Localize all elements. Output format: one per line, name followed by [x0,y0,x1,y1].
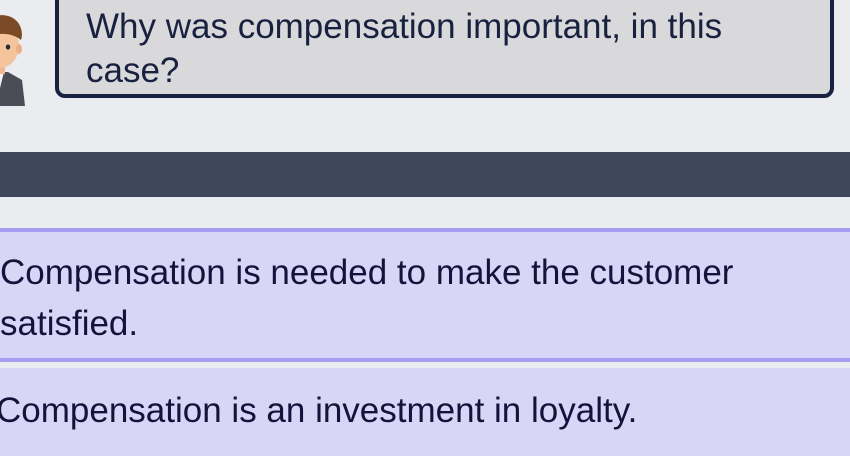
person-avatar-icon [0,15,25,106]
answer-option-1-text: Compensation is needed to make the custo… [0,253,734,343]
dialogue-screen: Why was compensation important, in this … [0,0,850,456]
question-bubble: Why was compensation important, in this … [55,0,834,98]
divider-bar [0,152,850,197]
answer-option-2[interactable]: Compensation is an investment in loyalty… [0,368,850,456]
answer-option-2-text: Compensation is an investment in loyalty… [0,391,638,430]
answer-option-1[interactable]: Compensation is needed to make the custo… [0,228,850,362]
question-text: Why was compensation important, in this … [86,7,723,90]
